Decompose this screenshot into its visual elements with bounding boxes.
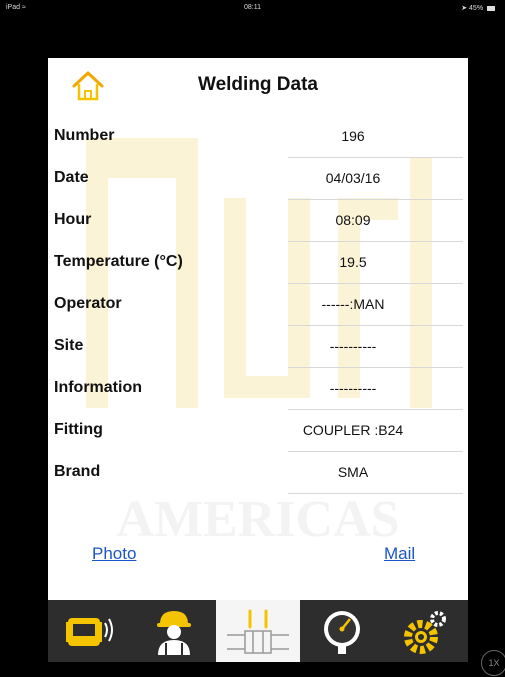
data-list: Number 196 Date 04/03/16 Hour 08:09 Temp… [48, 116, 468, 494]
row-value: 04/03/16 [325, 170, 381, 186]
row-value: 08:09 [335, 212, 371, 228]
row-label: Site [54, 337, 84, 354]
worker-icon [157, 611, 191, 655]
welding-machine-icon [66, 618, 113, 646]
row-label: Information [54, 379, 142, 396]
status-battery: ➤ 45% [461, 4, 495, 12]
fitting-icon [227, 609, 289, 654]
status-bar: iPad ≈ 08:11 ➤ 45% [0, 0, 505, 20]
row-value: ---------- [329, 338, 377, 354]
row-value: ------:MAN [321, 296, 385, 312]
row-value: 19.5 [339, 254, 367, 270]
location-arrow-icon: ➤ [461, 5, 468, 12]
row-site: Site ---------- [48, 326, 468, 368]
divider [288, 493, 463, 494]
row-label: Brand [54, 463, 101, 480]
row-operator: Operator ------:MAN [48, 284, 468, 326]
row-temperature: Temperature (°C) 19.5 [48, 242, 468, 284]
battery-icon [487, 5, 495, 11]
tab-bar [48, 600, 468, 662]
gauge-icon [324, 611, 360, 654]
header: Welding Data [48, 58, 468, 116]
tab-welding-machine[interactable] [48, 600, 132, 662]
svg-text:AMERICAS: AMERICAS [116, 491, 399, 548]
page-title: Welding Data [198, 74, 318, 95]
row-number: Number 196 [48, 116, 468, 158]
tab-settings[interactable] [384, 600, 468, 662]
tab-gauge[interactable] [300, 600, 384, 662]
settings-gear-icon [404, 611, 446, 654]
row-value: 196 [341, 128, 365, 144]
tab-operator[interactable] [132, 600, 216, 662]
row-information: Information ---------- [48, 368, 468, 410]
mail-link[interactable]: Mail [384, 544, 415, 564]
row-label: Hour [54, 211, 92, 228]
photo-link[interactable]: Photo [92, 544, 136, 564]
row-value: SMA [337, 464, 369, 480]
row-value: ---------- [329, 380, 377, 396]
row-value: COUPLER :B24 [302, 422, 404, 438]
row-hour: Hour 08:09 [48, 200, 468, 242]
welding-data-panel: AMERICAS Welding Data Number 196 Date 04… [48, 58, 468, 662]
row-label: Number [54, 127, 115, 144]
status-time: 08:11 [244, 4, 261, 11]
row-date: Date 04/03/16 [48, 158, 468, 200]
row-label: Operator [54, 295, 122, 312]
row-label: Fitting [54, 421, 103, 438]
row-brand: Brand SMA [48, 452, 468, 494]
row-label: Date [54, 169, 89, 186]
tab-welding-data[interactable] [216, 600, 300, 662]
row-fitting: Fitting COUPLER :B24 [48, 410, 468, 452]
zoom-badge[interactable]: 1X [481, 650, 505, 676]
row-label: Temperature (°C) [54, 253, 183, 270]
